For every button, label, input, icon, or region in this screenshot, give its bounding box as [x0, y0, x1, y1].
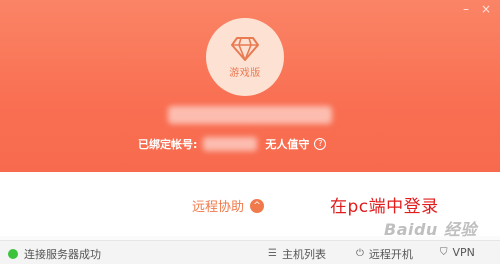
remote-assist-label: 远程协助: [192, 200, 245, 215]
annotation-text: 在pc端中登录: [330, 197, 439, 217]
connection-text: 连接服务器成功: [24, 248, 101, 261]
help-icon[interactable]: ?: [314, 138, 327, 150]
vpn-label: VPN: [452, 246, 475, 259]
window-controls: – ×: [458, 2, 494, 16]
unattended-status: 无人值守: [265, 138, 310, 151]
diamond-icon: [231, 36, 259, 61]
minimize-button[interactable]: –: [458, 2, 474, 16]
list-icon: ☰: [268, 248, 277, 259]
account-name-redacted: [168, 106, 332, 124]
power-icon: ⏻: [356, 248, 364, 259]
chevron-up-icon: ^: [250, 198, 265, 213]
online-indicator-icon: [8, 249, 18, 259]
remote-boot-button[interactable]: ⏻ 远程开机: [356, 246, 413, 262]
avatar[interactable]: 游戏版: [206, 18, 284, 96]
profile-header: – × 游戏版 已绑定帐号: 无人值守 ?: [0, 0, 500, 172]
vpn-button[interactable]: ⛉ VPN: [440, 246, 475, 259]
edition-label: 游戏版: [229, 67, 261, 79]
connection-status: 连接服务器成功: [8, 246, 101, 262]
host-list-button[interactable]: ☰ 主机列表: [268, 246, 326, 262]
bound-account-label: 已绑定帐号:: [138, 138, 198, 151]
host-list-label: 主机列表: [281, 248, 326, 261]
bound-account-redacted: [203, 137, 258, 151]
remote-boot-label: 远程开机: [368, 248, 413, 261]
status-bar: 连接服务器成功 ☰ 主机列表 ⏻ 远程开机 ⛉ VPN: [0, 240, 500, 264]
bound-account-row: 已绑定帐号: 无人值守 ?: [138, 136, 327, 152]
close-button[interactable]: ×: [478, 2, 494, 16]
watermark: Baidu 经验: [384, 220, 477, 239]
vpn-icon: ⛉: [440, 246, 448, 258]
remote-assist-button[interactable]: 远程协助 ^: [192, 196, 265, 215]
app-window: – × 游戏版 已绑定帐号: 无人值守 ? 远程协助 ^ 在pc端中登录 Bai…: [0, 0, 500, 264]
